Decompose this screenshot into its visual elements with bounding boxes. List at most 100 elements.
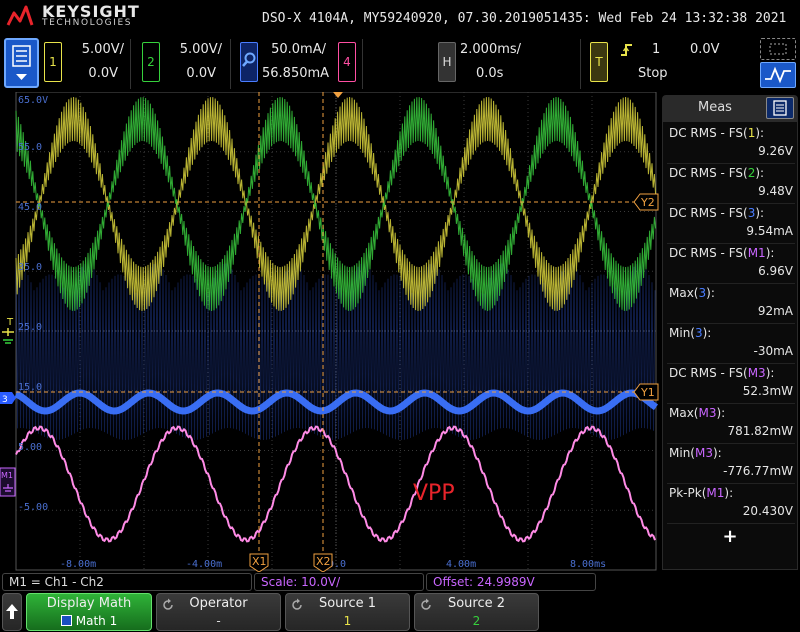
display-math-value-row: Math 1 [27,614,151,628]
measurement-value: 52.3mW [742,384,793,398]
measurement-row[interactable]: Min(3): -30mA [667,324,795,364]
header-bar: KEYSIGHT TECHNOLOGIES DSO-X 4104A, MY592… [0,0,800,34]
measurement-name: Max( [669,406,699,420]
cursor-y1-tag[interactable]: Y1 [633,383,659,401]
channel-3-scale: 50.0mA/ [271,42,326,57]
measurement-label: Max(3): [669,286,715,300]
measurement-row[interactable]: Min(M3): -776.77mW [667,444,795,484]
divider [362,39,363,89]
cursor-x1-label: X1 [252,555,267,568]
main-menu-button[interactable] [4,38,39,88]
measurements-header[interactable]: Meas [662,95,798,121]
measurement-value: -776.77mW [723,464,793,478]
horizontal-tag[interactable]: H [438,42,456,82]
math-offset: Offset: 24.9989V [426,573,596,591]
trigger-source: 1 [652,42,661,57]
measurement-label: Min(M3): [669,446,722,460]
math-scale: Scale: 10.0V/ [254,573,424,591]
measurements-menu-button[interactable] [766,97,794,119]
x-label: -8.00m [60,559,96,570]
measurement-suffix: ): [755,166,765,180]
channel-1-tag[interactable]: 1 [44,42,62,82]
waveform-canvas[interactable]: 65.0V 55.0 45.0 35.0 25.0 15.0 5.00 -5.0… [0,91,660,573]
measurement-row[interactable]: Max(3): 92mA [667,284,795,324]
divider [130,39,131,89]
channel-3-offset: 56.850mA [262,66,330,81]
y-label: 5.00 [18,442,42,453]
measurement-row[interactable]: DC RMS - FS(2): 9.48V [667,164,795,204]
measurement-label: Pk-Pk(M1): [669,486,733,500]
measurement-name: DC RMS - FS( [669,366,748,380]
measurement-row[interactable]: DC RMS - FS(3): 9.54mA [667,204,795,244]
measurements-list: DC RMS - FS(1): 9.26V DC RMS - FS(2): 9.48V… [662,121,798,570]
source-2-label: Source 2 [447,596,506,611]
measurement-name: Min( [669,326,695,340]
measurement-row[interactable]: DC RMS - FS(M3): 52.3mW [667,364,795,404]
waveform-display[interactable]: 65.0V 55.0 45.0 35.0 25.0 15.0 5.00 -5.0… [0,91,660,573]
zoom-box-button[interactable] [760,38,796,60]
horizontal-delay: 0.0s [476,66,504,81]
measurement-suffix: ): [765,246,775,260]
math-status-bar: M1 = Ch1 - Ch2 Scale: 10.0V/ Offset: 24.… [0,572,800,592]
x-label: 8.00ms [570,559,606,570]
trigger-level-label: T [6,317,14,328]
measurement-value: 6.96V [758,264,793,278]
x-label: 4.00m [446,559,476,570]
waveform-icon [765,66,791,84]
measurement-label: Min(3): [669,326,711,340]
measurement-label: DC RMS - FS(M1): [669,246,774,260]
channel-2-tag[interactable]: 2 [142,42,160,82]
channel-3-tag[interactable] [240,42,258,82]
measurement-value: 92mA [757,304,793,318]
checkbox-icon [60,615,72,626]
measurement-source: M1 [706,486,725,500]
measurement-value: -30mA [753,344,794,358]
cursor-x2-label: X2 [316,555,331,568]
x-label: -4.00m [186,559,222,570]
measurement-suffix: ): [706,286,715,300]
measurement-source: M3 [694,446,713,460]
vpp-annotation: VPP [413,481,455,506]
source-1-value: 1 [343,614,352,628]
menu-icon [12,45,31,80]
cursor-y2-label: Y2 [640,196,655,209]
source-2-value: 2 [472,614,481,628]
rising-edge-icon [621,44,632,56]
measurement-source: M3 [747,366,766,380]
measurement-suffix: ): [716,406,726,420]
cursor-y2-tag[interactable]: Y2 [633,193,659,211]
add-measurement-button[interactable]: + [663,526,797,547]
zoom-region-icon [769,43,787,55]
source-1-softkey[interactable]: Source 1 1 [285,593,410,631]
back-button[interactable] [2,593,22,631]
measurement-row[interactable]: Pk-Pk(M1): 20.430V [667,484,795,524]
channel-bar: 1 5.00V/ 0.0V 2 5.00V/ 0.0V 50.0mA/ 56.8… [0,34,800,92]
y-label: 25.0 [18,322,42,333]
measurement-suffix: ): [712,446,722,460]
cursor-y1-label: Y1 [640,386,655,399]
up-arrow-icon [6,604,18,619]
trigger-tag[interactable]: T [590,42,608,82]
channel-4-tag[interactable]: 4 [338,42,356,82]
math-ground-marker[interactable]: M1 [0,467,16,497]
channel-3-ground-marker[interactable]: 3 [0,392,16,405]
measurement-suffix: ): [755,126,765,140]
y-label: 65.0V [18,95,48,106]
display-math-softkey[interactable]: Display Math Math 1 [26,593,152,631]
measurement-name: DC RMS - FS( [669,206,748,220]
operator-label: Operator [189,596,248,611]
measurement-name: Pk-Pk( [669,486,707,500]
horizontal-scale: 2.000ms/ [460,42,522,57]
measurement-row[interactable]: DC RMS - FS(M1): 6.96V [667,244,795,284]
operator-softkey[interactable]: Operator - [156,593,281,631]
source-2-softkey[interactable]: Source 2 2 [414,593,539,631]
auto-scale-button[interactable] [760,62,796,88]
trigger-level-marker[interactable]: T [2,317,14,344]
measurement-source: M1 [747,246,766,260]
measurement-suffix: ): [755,206,765,220]
math-definition: M1 = Ch1 - Ch2 [2,573,252,591]
measurement-row[interactable]: DC RMS - FS(1): 9.26V [667,124,795,164]
measurement-row[interactable]: Max(M3): 781.82mW [667,404,795,444]
measurement-source: 3 [698,286,707,300]
channel-2-scale: 5.00V/ [179,42,222,57]
